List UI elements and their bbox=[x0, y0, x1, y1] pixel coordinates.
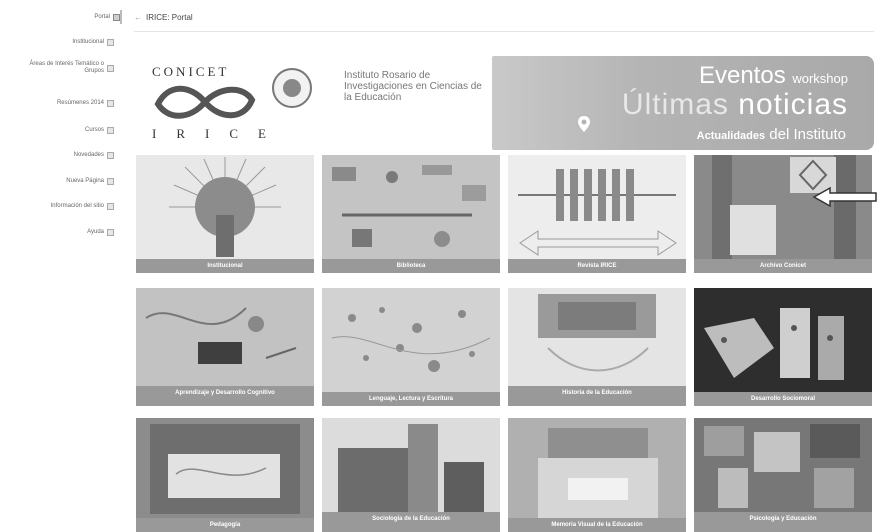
sidebar-item-ayuda[interactable]: Ayuda bbox=[87, 229, 114, 236]
folder-icon bbox=[107, 127, 114, 134]
tile-label: Memoria Visual de la Educación bbox=[508, 518, 686, 532]
sidebar-item-institucional[interactable]: Institucional bbox=[72, 39, 114, 46]
sidebar-item-cursos[interactable]: Cursos bbox=[85, 127, 114, 134]
chalkboard-image bbox=[150, 424, 300, 514]
category-grid: Institucional Biblioteca Revista IRICE A… bbox=[136, 0, 877, 532]
folder-icon bbox=[107, 100, 114, 107]
tile-label: Sociología de la Educación bbox=[322, 512, 500, 532]
portal-icon bbox=[113, 14, 120, 21]
tile-archivo-conicet[interactable]: Archivo Conicet bbox=[694, 155, 872, 273]
tile-psicologia[interactable]: Psicología y Educación bbox=[694, 418, 872, 532]
collage-image bbox=[332, 165, 486, 247]
help-icon bbox=[107, 229, 114, 236]
page-icon bbox=[107, 178, 114, 185]
tile-label: Desarrollo Sociomoral bbox=[694, 392, 872, 406]
tile-biblioteca[interactable]: Biblioteca bbox=[322, 155, 500, 273]
tile-lenguaje[interactable]: Lenguaje, Lectura y Escritura bbox=[322, 288, 500, 406]
sidebar-item-resumenes[interactable]: Resúmenes 2014 bbox=[57, 100, 114, 107]
tile-pedagogia[interactable]: Pedagogía bbox=[136, 418, 314, 532]
school-facade-image bbox=[538, 428, 658, 518]
tile-sociologia[interactable]: Sociología de la Educación bbox=[322, 418, 500, 532]
folder-icon bbox=[107, 152, 114, 159]
tile-label: Institucional bbox=[136, 259, 314, 273]
tile-label: Historia de la Educación bbox=[508, 386, 686, 406]
doodle-image bbox=[331, 307, 491, 372]
sidebar-item-label: Institucional bbox=[72, 39, 104, 45]
tile-label: Lenguaje, Lectura y Escritura bbox=[322, 392, 500, 406]
sidebar-item-label: Información del sitio bbox=[50, 203, 104, 209]
tile-memoria-visual[interactable]: Memoria Visual de la Educación bbox=[508, 418, 686, 532]
sidebar-item-informacion[interactable]: Información del sitio bbox=[51, 203, 114, 210]
sidebar-item-label: Ayuda bbox=[87, 229, 104, 235]
tile-label: Pedagogía bbox=[136, 518, 314, 532]
sidebar-item-label: Portal bbox=[94, 14, 110, 20]
sidebar-item-label: Novedades bbox=[73, 152, 104, 158]
sculpture-image bbox=[704, 308, 844, 380]
folder-icon bbox=[107, 64, 114, 72]
archive-image bbox=[712, 155, 856, 259]
sidebar-item-novedades[interactable]: Novedades bbox=[74, 152, 114, 159]
sidebar-item-label: Resúmenes 2014 bbox=[56, 100, 104, 106]
sidebar-divider bbox=[120, 10, 122, 24]
tile-historia[interactable]: Historia de la Educación bbox=[508, 288, 686, 406]
arrow-left-icon bbox=[812, 186, 877, 208]
sidebar-item-label: Cursos bbox=[84, 127, 104, 133]
sidebar-item-label: Nueva Página bbox=[66, 178, 104, 184]
tile-label: Psicología y Educación bbox=[694, 512, 872, 532]
tile-revista-irice[interactable]: Revista IRICE bbox=[508, 155, 686, 273]
sidebar-item-nueva-pagina[interactable]: Nueva Página bbox=[66, 178, 114, 185]
tile-desarrollo-sociomoral[interactable]: Desarrollo Sociomoral bbox=[694, 288, 872, 406]
sunburst-image bbox=[169, 157, 281, 257]
sidebar-item-areas[interactable]: Áreas de Interés Temático o Grupos bbox=[12, 61, 114, 75]
sidebar-nav: Portal Institucional Áreas de Interés Te… bbox=[0, 0, 124, 532]
sidebar-item-label: Áreas de Interés Temático o Grupos bbox=[29, 61, 104, 74]
tile-label: Revista IRICE bbox=[508, 259, 686, 273]
info-icon bbox=[107, 203, 114, 210]
clothespins-image bbox=[518, 169, 677, 256]
tile-label: Aprendizaje y Desarrollo Cognitivo bbox=[136, 386, 314, 406]
sidebar-item-portal[interactable]: Portal bbox=[94, 14, 120, 21]
tile-label: Archivo Conicet bbox=[694, 259, 872, 273]
tile-label: Biblioteca bbox=[322, 259, 500, 273]
tile-institucional[interactable]: Institucional bbox=[136, 155, 314, 273]
folder-icon bbox=[107, 39, 114, 46]
tile-aprendizaje[interactable]: Aprendizaje y Desarrollo Cognitivo bbox=[136, 288, 314, 406]
